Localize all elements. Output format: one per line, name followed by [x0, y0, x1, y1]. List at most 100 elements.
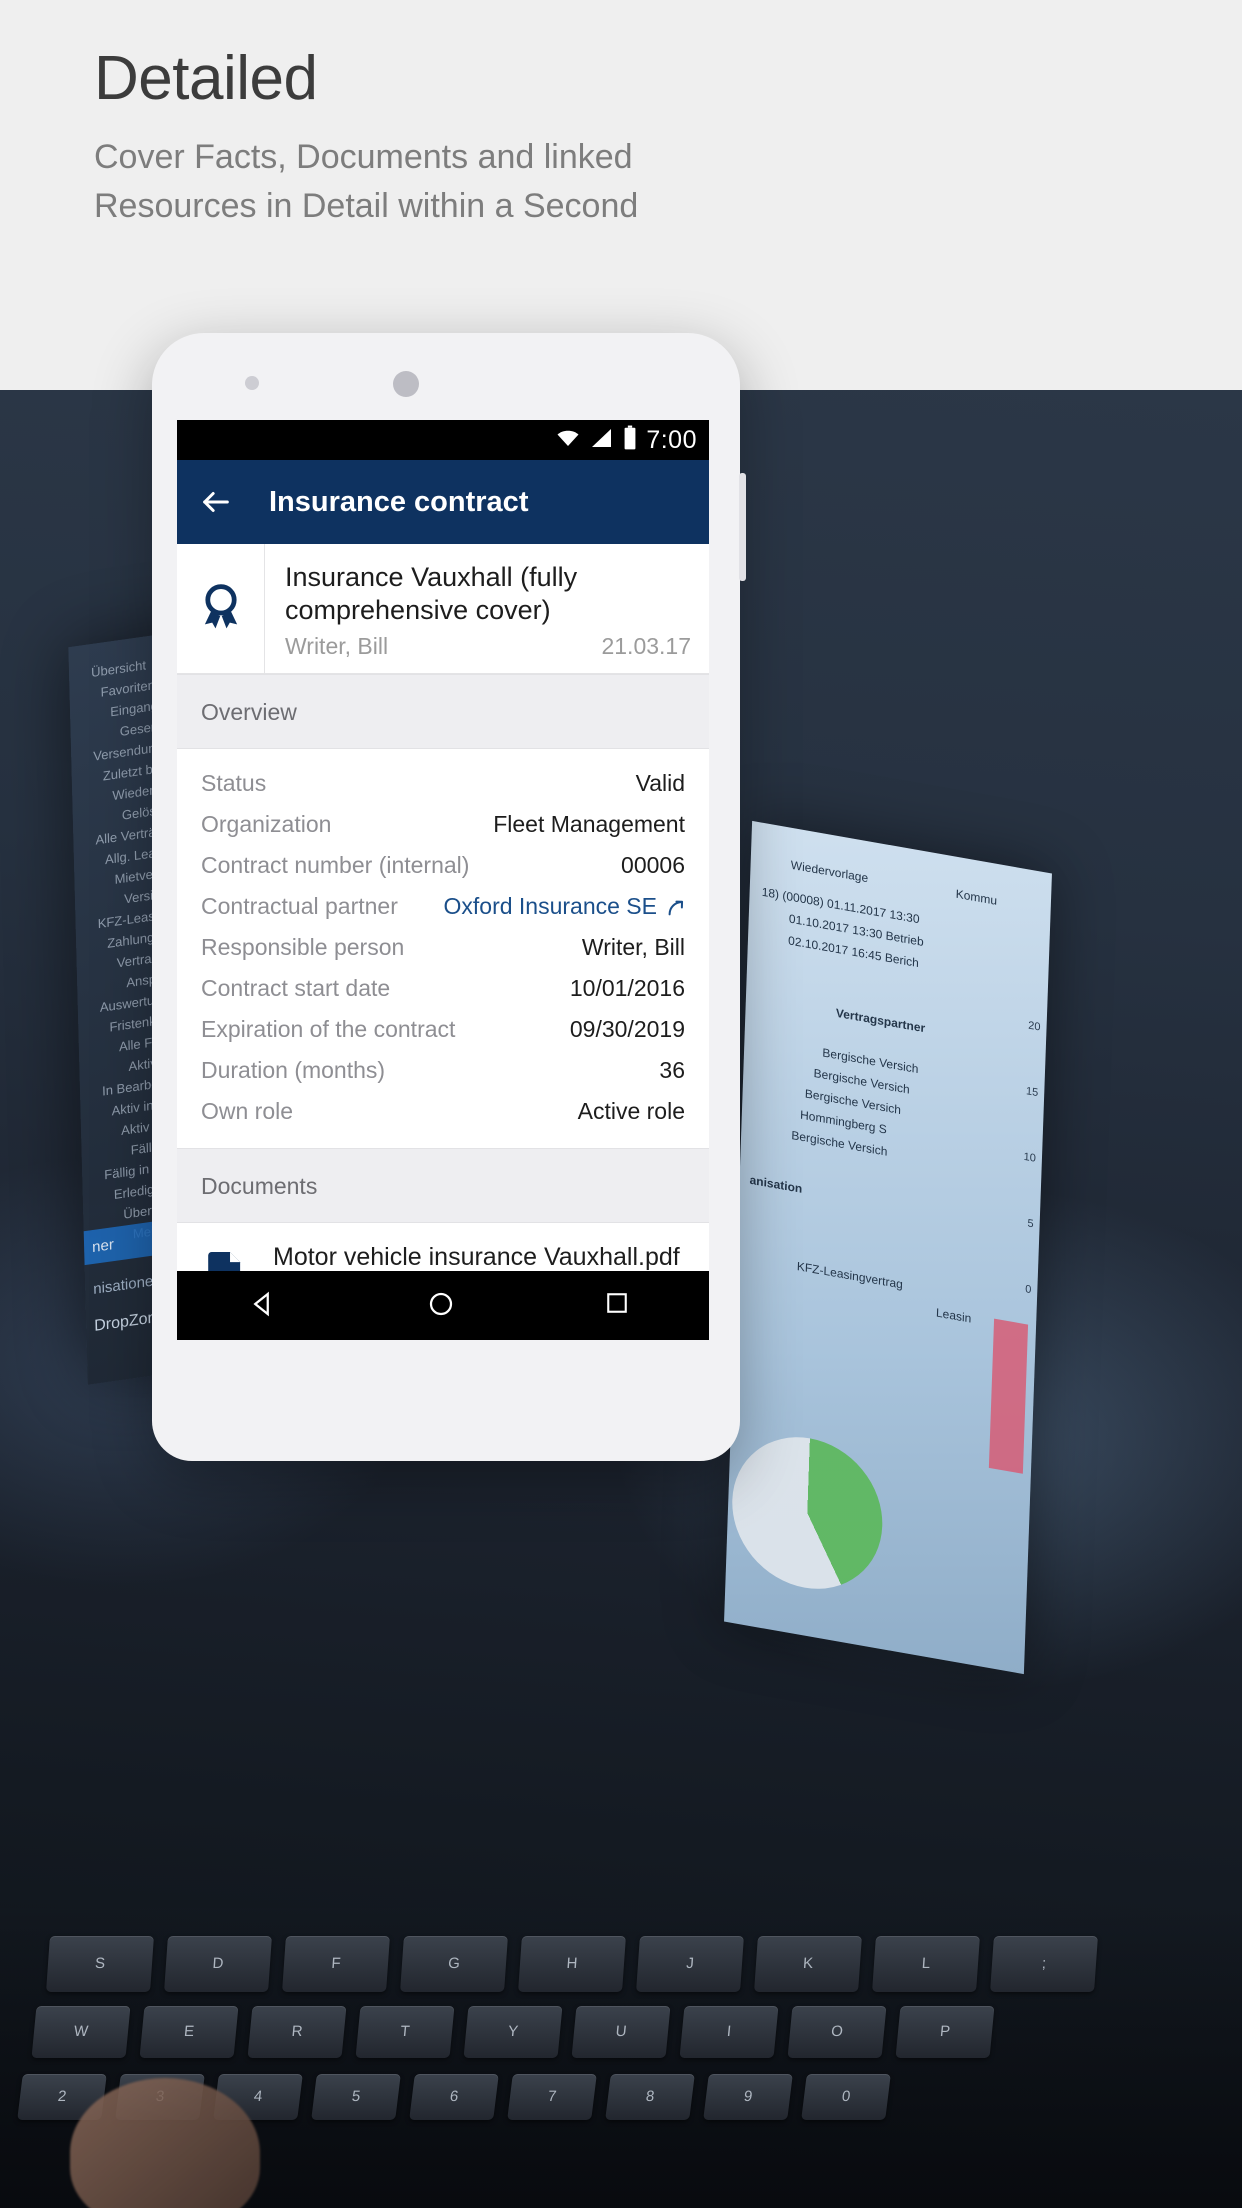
promo-header: Detailed Cover Facts, Documents and link… — [0, 0, 1242, 390]
backdrop-keyboard-key: H — [518, 1936, 626, 1992]
overview-row-key: Contract number (internal) — [201, 852, 470, 878]
overview-row-key: Contractual partner — [201, 893, 398, 919]
battery-full-icon — [622, 425, 638, 456]
backdrop-keyboard-key: L — [872, 1936, 980, 1992]
overview-row: Contract start date 10/01/2016 — [177, 968, 709, 1009]
backdrop-right-label: Leasin — [935, 1305, 972, 1326]
overview-row-key: Status — [201, 770, 267, 796]
backdrop-axis-tick: 15 — [1025, 1085, 1039, 1100]
backdrop-right-screen: Wiedervorlage Kommu 18) (00008) 01.11.2017… — [724, 820, 1052, 1675]
backdrop-pie-chart — [729, 1425, 885, 1601]
section-header-documents: Documents — [177, 1148, 709, 1223]
overview-row-value-text: Valid — [635, 770, 685, 796]
section-header-overview: Overview — [177, 674, 709, 749]
backdrop-right-label: KFZ-Leasingvertrag — [796, 1259, 904, 1292]
backdrop-keyboard-key: T — [355, 2006, 455, 2058]
overview-row-value[interactable]: Oxford Insurance SE — [444, 893, 686, 920]
overview-row-value: 10/01/2016 — [570, 975, 685, 1002]
backdrop-right-labels: Wiedervorlage Kommu 18) (00008) 01.11.2017… — [749, 821, 1052, 1326]
overview-row: Status Valid — [177, 763, 709, 804]
backdrop-keyboard-key: R — [247, 2006, 347, 2058]
backdrop-bar — [988, 1318, 1029, 1474]
overview-row-value-text: Writer, Bill — [581, 934, 685, 960]
backdrop-keyboard-key: Y — [463, 2006, 563, 2058]
backdrop-keyboard-key: O — [787, 2006, 887, 2058]
backdrop-right-label: Vertragspartner — [835, 1005, 926, 1036]
cell-signal-icon — [590, 426, 614, 455]
contract-owner: Writer, Bill — [285, 632, 389, 659]
overview-row: Duration (months) 36 — [177, 1050, 709, 1091]
backdrop-keyboard-key: J — [636, 1936, 744, 1992]
backdrop-keyboard-key: 0 — [801, 2074, 891, 2120]
overview-row-key: Organization — [201, 811, 332, 837]
backdrop-keyboard-key: G — [400, 1936, 508, 1992]
detail-content: Insurance Vauxhall (fully comprehensive … — [177, 544, 709, 1340]
overview-row-key: Duration (months) — [201, 1057, 386, 1083]
backdrop-keyboard-key: U — [571, 2006, 671, 2058]
award-ribbon-icon — [177, 544, 265, 673]
square-recents-icon[interactable] — [603, 1289, 637, 1323]
overview-row-value-text: Active role — [577, 1098, 685, 1124]
overview-row: Expiration of the contract 09/30/2019 — [177, 1009, 709, 1050]
phone-power-button[interactable] — [739, 473, 746, 581]
document-name: Motor vehicle insurance Vauxhall.pdf — [273, 1243, 680, 1271]
overview-row-value-text: 09/30/2019 — [569, 1016, 685, 1042]
triangle-back-icon[interactable] — [249, 1289, 283, 1323]
backdrop-axis-tick: 10 — [1023, 1150, 1037, 1165]
backdrop-axis-tick: 0 — [1024, 1283, 1032, 1297]
backdrop-keyboard-key: P — [895, 2006, 995, 2058]
overview-row-value-text: Fleet Management — [493, 811, 685, 837]
phone-camera — [393, 371, 419, 397]
overview-row-value: 09/30/2019 — [570, 1016, 685, 1043]
backdrop-right-label: Kommu — [955, 886, 998, 908]
overview-row-value: Writer, Bill — [582, 934, 685, 961]
overview-row-key: Expiration of the contract — [201, 1016, 456, 1042]
overview-row: Organization Fleet Management — [177, 804, 709, 845]
contract-header-card[interactable]: Insurance Vauxhall (fully comprehensive … — [177, 544, 709, 674]
phone-led — [245, 376, 259, 390]
overview-row-value: Fleet Management — [493, 811, 685, 838]
backdrop-keyboard-key: K — [754, 1936, 862, 1992]
phone-mockup: 7:00 Insurance contract Insurance Vauxha… — [152, 333, 746, 1461]
page-title: Detailed — [94, 44, 318, 113]
app-bar-title: Insurance contract — [269, 485, 529, 518]
status-clock: 7:00 — [646, 425, 697, 454]
android-nav-bar — [177, 1271, 709, 1340]
overview-row-value-text: 00006 — [621, 852, 685, 878]
backdrop-keyboard: 234567890WERTYUIOPSDFGHJKL; — [0, 1908, 1242, 2208]
backdrop-label-a: ner — [91, 1236, 115, 1257]
phone-screen: 7:00 Insurance contract Insurance Vauxha… — [177, 420, 709, 1340]
backdrop-keyboard-key: 6 — [409, 2074, 499, 2120]
contract-date: 21.03.17 — [601, 632, 691, 659]
overview-row[interactable]: Contractual partner Oxford Insurance SE — [177, 886, 709, 927]
backdrop-right-label: anisation — [749, 1172, 803, 1196]
app-bar: Insurance contract — [177, 460, 709, 544]
backdrop-keyboard-key: 7 — [507, 2074, 597, 2120]
overview-row-value: Active role — [578, 1098, 685, 1125]
overview-row-value: 00006 — [621, 852, 685, 879]
backdrop-keyboard-key: ; — [990, 1936, 1098, 1992]
backdrop-keyboard-key: E — [139, 2006, 239, 2058]
contract-title: Insurance Vauxhall (fully comprehensive … — [285, 562, 578, 625]
overview-row: Own role Active role — [177, 1091, 709, 1132]
back-arrow-icon[interactable] — [199, 485, 233, 519]
wifi-icon — [554, 426, 582, 455]
backdrop-axis-tick: 5 — [1027, 1217, 1034, 1231]
page-subtitle: Cover Facts, Documents and linked Resour… — [94, 138, 639, 226]
backdrop-keyboard-key: F — [282, 1936, 390, 1992]
overview-list: Status Valid Organization Fleet Management C… — [177, 749, 709, 1148]
external-link-arrow-icon[interactable] — [665, 897, 685, 917]
overview-row: Responsible person Writer, Bill — [177, 927, 709, 968]
backdrop-keyboard-key: 8 — [605, 2074, 695, 2120]
overview-row-key: Contract start date — [201, 975, 391, 1001]
backdrop-keyboard-key: W — [31, 2006, 131, 2058]
backdrop-keyboard-key: S — [46, 1936, 154, 1992]
overview-row-key: Responsible person — [201, 934, 405, 960]
overview-row-key: Own role — [201, 1098, 294, 1124]
overview-row-value-text: Oxford Insurance SE — [443, 893, 658, 919]
backdrop-keyboard-key: D — [164, 1936, 272, 1992]
backdrop-keyboard-key: I — [679, 2006, 779, 2058]
overview-row: Contract number (internal) 00006 — [177, 845, 709, 886]
overview-row-value: 36 — [659, 1057, 685, 1084]
circle-home-icon[interactable] — [426, 1289, 460, 1323]
